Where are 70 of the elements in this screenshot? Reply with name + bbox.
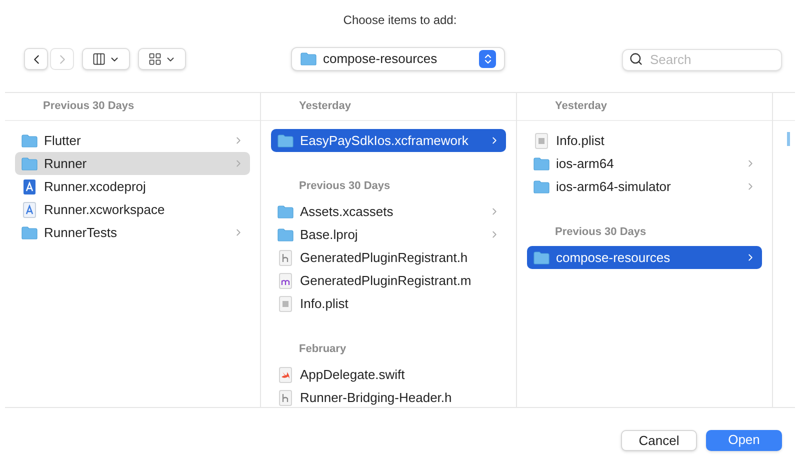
- section-heading: Previous 30 Days: [555, 224, 646, 240]
- file-name: Runner-Bridging-Header.h: [300, 388, 453, 407]
- columns-icon: [92, 52, 106, 66]
- list-file-icon: [535, 132, 548, 148]
- section-heading: Previous 30 Days: [43, 99, 134, 114]
- blueprint-file-icon: [23, 178, 36, 194]
- file-name: Info.plist: [556, 132, 606, 150]
- file-name: Runner.xcodeproj: [44, 178, 147, 196]
- file-name: AppDelegate.swift: [300, 366, 406, 384]
- stepper-icon: [479, 50, 496, 68]
- file-name: RunnerTests: [44, 224, 118, 242]
- file-name: Base.lproj: [300, 226, 359, 244]
- file-row[interactable]: AppDelegate.swift: [271, 363, 506, 386]
- file-name: ios-arm64-simulator: [556, 178, 672, 196]
- file-row[interactable]: Info.plist: [527, 129, 762, 152]
- file-name: Info.plist: [300, 294, 350, 313]
- section-heading: Yesterday: [299, 99, 351, 114]
- view-mode-button[interactable]: [82, 48, 130, 70]
- file-row[interactable]: GeneratedPluginRegistrant.h: [271, 246, 506, 269]
- open-button[interactable]: Open: [706, 430, 782, 450]
- file-name: compose-resources: [556, 248, 672, 267]
- bird-file-icon: [279, 366, 292, 382]
- file-row[interactable]: RunnerTests: [15, 221, 250, 244]
- file-name: EasyPaySdkIos.xcframework: [300, 132, 470, 150]
- file-row[interactable]: Info.plist: [271, 292, 506, 315]
- file-row[interactable]: EasyPaySdkIos.xcframework: [271, 129, 506, 152]
- section-heading: Previous 30 Days: [299, 178, 390, 194]
- file-name: ios-arm64: [556, 154, 615, 173]
- file-row[interactable]: ios-arm64-simulator: [527, 175, 762, 198]
- file-row[interactable]: Runner.xcodeproj: [15, 175, 250, 198]
- source-file-icon: [279, 272, 292, 288]
- file-row[interactable]: Runner-Bridging-Header.h: [271, 386, 506, 407]
- file-row[interactable]: compose-resources: [527, 246, 762, 269]
- folder-icon: [277, 228, 294, 242]
- section-heading: February: [299, 342, 346, 357]
- folder-icon: [300, 52, 317, 66]
- folder-icon: [277, 204, 294, 218]
- grid-icon: [148, 52, 162, 66]
- folder-icon: [21, 226, 38, 240]
- group-button[interactable]: [138, 48, 186, 70]
- folder-icon: [533, 180, 550, 194]
- back-button[interactable]: [24, 48, 48, 70]
- file-row[interactable]: Runner: [15, 152, 250, 175]
- file-name: Runner: [44, 154, 88, 173]
- search-icon: [629, 52, 643, 66]
- file-name: Runner.xcworkspace: [44, 200, 166, 219]
- file-row[interactable]: Assets.xcassets: [271, 200, 506, 223]
- dialog-title: Choose items to add:: [343, 12, 457, 29]
- file-row[interactable]: Flutter: [15, 129, 250, 152]
- file-row[interactable]: Runner.xcworkspace: [15, 198, 250, 221]
- file-row[interactable]: ios-arm64: [527, 152, 762, 175]
- folder-icon: [21, 134, 38, 148]
- source-file-icon: [279, 390, 292, 406]
- folder-icon: [533, 250, 550, 264]
- file-name: Assets.xcassets: [300, 202, 394, 221]
- list-file-icon: [279, 296, 292, 312]
- search-field[interactable]: Search: [622, 48, 782, 70]
- folder-icon: [277, 134, 294, 148]
- file-name: Flutter: [44, 132, 82, 150]
- workspace-file-icon: [23, 202, 36, 218]
- file-name: GeneratedPluginRegistrant.m: [300, 272, 472, 290]
- folder-icon: [21, 156, 38, 170]
- file-name: GeneratedPluginRegistrant.h: [300, 248, 469, 267]
- folder-icon: [533, 156, 550, 170]
- location-popup[interactable]: compose-resources: [291, 47, 505, 71]
- file-row[interactable]: GeneratedPluginRegistrant.m: [271, 269, 506, 292]
- cancel-button[interactable]: Cancel: [621, 430, 697, 450]
- file-row[interactable]: Base.lproj: [271, 223, 506, 246]
- source-file-icon: [279, 250, 292, 266]
- section-heading: Yesterday: [555, 99, 607, 114]
